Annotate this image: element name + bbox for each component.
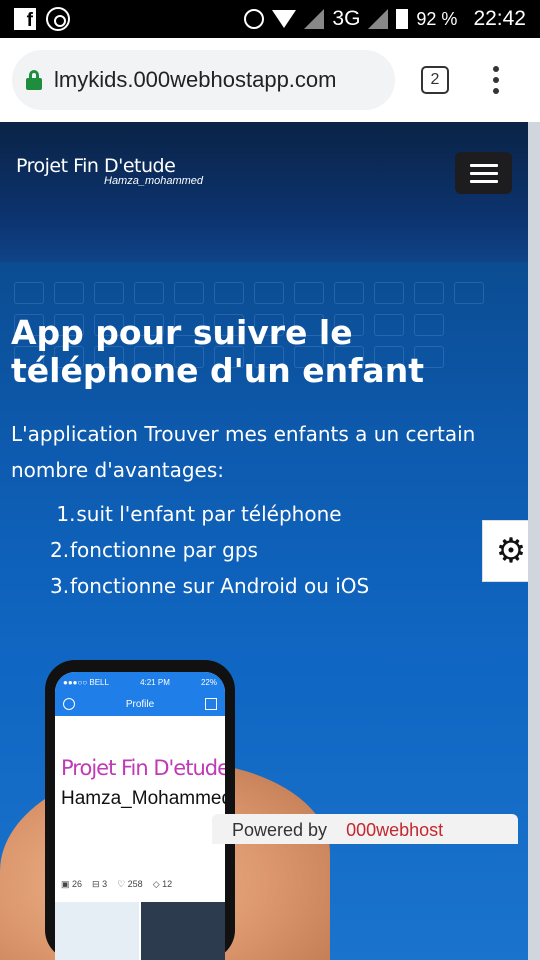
network-type: 3G [332, 7, 361, 30]
url-text[interactable]: lmykids.000webhostapp.com [54, 67, 336, 93]
phone-screen: ●●●○○ BELL 4:21 PM 22% Profile Projet Fi… [55, 672, 225, 960]
tags-stat: ◇ 12 [152, 879, 173, 889]
signal-icon [304, 9, 325, 29]
overflow-menu-button[interactable] [493, 66, 499, 94]
powered-brand: 000webhost [346, 820, 444, 840]
powered-label: Powered by [232, 820, 328, 840]
phone-nav-bar: Profile [55, 692, 225, 716]
menu-bar-icon [469, 179, 498, 183]
lock-icon [26, 70, 42, 90]
phone-screen-title: Profile [125, 698, 155, 710]
phone-author-name: Hamza_Mohammed [61, 788, 225, 809]
clock: 22:42 [473, 7, 526, 30]
brand-subtitle: Hamza_mohammed [104, 175, 204, 187]
browser-toolbar: lmykids.000webhostapp.com 2 [0, 38, 540, 122]
avatar-icon [63, 698, 75, 710]
phone-mockup-image: ●●●○○ BELL 4:21 PM 22% Profile Projet Fi… [45, 660, 235, 960]
wifi-icon [272, 10, 297, 28]
tab-switcher-button[interactable]: 2 [421, 66, 449, 94]
battery-icon [396, 9, 409, 29]
mail-icon [205, 698, 217, 710]
menu-bar-icon [469, 163, 498, 167]
page-scrollbar[interactable] [528, 122, 540, 960]
list-item: 3.fonctionne sur Android ou iOS [50, 574, 370, 598]
battery-percent: 92 % [416, 8, 458, 29]
dot-icon [493, 66, 499, 72]
photos-stat: ▣ 26 [61, 879, 83, 889]
facebook-icon: f [14, 8, 36, 30]
powered-by-banner[interactable]: Powered by 000webhost [212, 814, 518, 844]
hero-title: App pour suivre le téléphone d'un enfant [11, 313, 424, 390]
intro-text: L'application Trouver mes enfants a un c… [11, 422, 476, 482]
whatsapp-icon [46, 7, 70, 31]
phone-status-bar: ●●●○○ BELL 4:21 PM 22% [55, 672, 225, 692]
list-item: 2.fonctionne par gps [50, 538, 258, 562]
likes-stat: ♡ 258 [117, 879, 143, 889]
alarm-icon [244, 9, 265, 29]
header-background [0, 122, 528, 262]
gear-icon: ⚙ [495, 532, 527, 570]
phone-thumbnails [55, 902, 225, 960]
dot-icon [493, 77, 499, 83]
phone-stats: ▣ 26 ⊟ 3 ♡ 258 ◇ 12 [61, 879, 172, 890]
hamburger-menu-button[interactable] [455, 152, 512, 194]
signal-icon [368, 9, 389, 29]
dot-icon [493, 88, 499, 94]
menu-bar-icon [469, 171, 498, 175]
site-brand[interactable]: Projet Fin D'etude Hamza_mohammed [16, 155, 203, 187]
briefcase-stat: ⊟ 3 [92, 879, 108, 889]
list-item: 1.suit l'enfant par téléphone [56, 502, 342, 526]
address-bar[interactable]: lmykids.000webhostapp.com [12, 50, 395, 110]
status-bar: f 3G 92 % 22:42 [0, 0, 540, 38]
brand-title: Projet Fin D'etude [16, 155, 176, 177]
feature-list: 1.suit l'enfant par téléphone 2.fonction… [50, 496, 369, 604]
phone-project-title: Projet Fin D'etude [61, 756, 225, 780]
